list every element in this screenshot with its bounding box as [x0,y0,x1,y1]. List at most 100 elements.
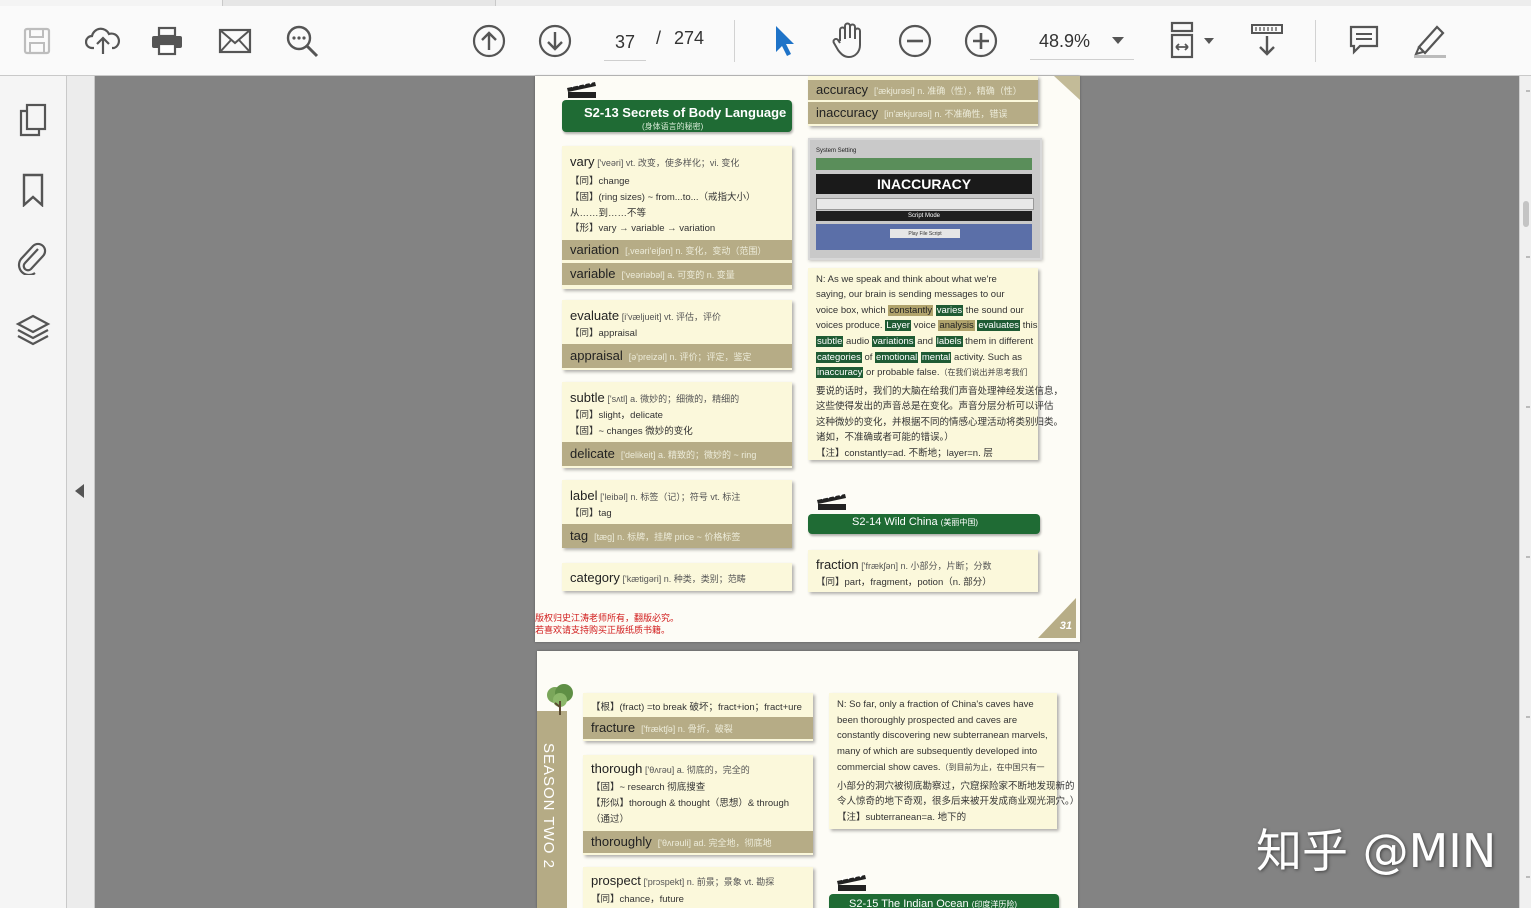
highlighted-word: varies [935,305,964,316]
vocab-card-fraction: fraction ['frækʃən] n. 小部分，片断；分数 【同】part… [808,550,1038,592]
attachment-icon[interactable] [14,240,50,276]
highlighted-word: variations [871,336,915,347]
note-line: been thoroughly prospected and caves are [837,715,1018,726]
vocab-word: thorough [591,761,643,776]
save-icon[interactable] [20,24,54,58]
tree-icon [547,684,573,715]
note-line: voices produce. Layer voice analysis eva… [816,320,1038,331]
screenshot-title: INACCURACY [816,174,1032,194]
vocab-word: vary [570,154,595,169]
highlight-pen-icon[interactable] [1410,20,1450,60]
zoom-out-icon[interactable] [896,22,934,60]
vocab-bar-delicate: delicate ['delikeit] a. 精致的；微妙的 ~ ring [562,442,792,466]
screenshot-mode-label: Script Mode [816,211,1032,221]
vocab-word: inaccuracy [816,105,879,120]
vocab-bar-variation: variation [,veəri'eiʃən] n. 变化，变动（范围） [562,240,792,260]
highlighted-word: emotional [875,352,919,363]
vocab-word: fracture [591,720,636,735]
copyright-notice: 版权归史江涛老师所有，翻版必究。 若喜欢请支持购买正版纸质书籍。 [535,612,679,636]
pages-icon[interactable] [16,102,50,138]
vocab-line: 【同】tag [570,508,612,519]
note-line: voice box, which constantly varies the s… [816,305,1024,316]
cloud-upload-icon[interactable] [84,24,122,58]
note-text: and [914,336,936,347]
hand-icon[interactable] [830,20,868,60]
clapperboard-icon [817,492,846,510]
section-subtitle: (身体语言的秘密) [642,122,704,131]
season-tab: SEASON TWO 2 [537,711,567,908]
vocab-card-label: label ['leibəl] n. 标签（记）；符号 vt. 标注 【同】ta… [562,480,792,548]
page-number: 31 [1059,620,1072,632]
copyright-line: 版权归史江涛老师所有，翻版必究。 [535,613,680,623]
vocab-word: subtle [570,390,605,405]
vocab-line: 【同】chance，future [591,894,684,905]
scroll-marker [1526,256,1530,258]
page-up-icon[interactable] [470,22,508,60]
vertical-scrollbar[interactable] [1519,76,1531,908]
search-zoom-icon[interactable] [282,22,322,60]
note-text: them in different [962,336,1034,347]
scroll-marker [1526,556,1530,558]
note-text: voice [910,320,939,331]
vocab-bar-accuracy: accuracy ['ækjurəsi] n. 准确（性），精确（性） [808,80,1038,100]
scroll-mode-icon[interactable] [1246,20,1288,60]
note-line: N: So far, only a fraction of China's ca… [837,699,1034,710]
highlighted-word: mental [920,352,952,363]
vocab-bar-thoroughly: thoroughly ['θʌrəuli] ad. 完全地，彻底地 [583,831,813,853]
vocab-bar-tag: tag [tæg] n. 标牌，挂牌 price ~ 价格标签 [562,524,792,548]
scroll-marker [1526,90,1530,92]
vocab-definition: ['prɔspekt] n. 前景；景象 vt. 勘探 [643,877,775,887]
vocab-word: category [570,570,620,585]
note-text: audio [843,336,872,347]
vocab-definition: ['veəriəbəl] a. 可变的 n. 变量 [621,270,735,280]
vocab-definition: [in'ækjurəsi] n. 不准确性，错误 [884,109,1008,119]
scrollbar-thumb[interactable] [1523,201,1529,227]
note-line: 这种微妙的变化，并根据不同的情感心理活动将类别归类。 [816,417,1064,428]
vocab-card-thorough: thorough ['θʌrəu] a. 彻底的，完全的 【固】~ resear… [583,755,813,855]
screenshot-button: Play File Script [890,229,960,238]
chevron-down-icon[interactable] [1112,37,1124,44]
left-sidebar [0,76,67,908]
scroll-marker [1526,716,1530,718]
vocab-line: 【形】vary → variable → variation [570,223,716,234]
highlighted-word: categories [816,352,862,363]
vocab-word: fraction [816,557,859,572]
page-down-icon[interactable] [536,22,574,60]
section-title: S2-13 Secrets of Body Language [584,105,787,120]
vocab-line: （通过） [591,814,630,825]
select-arrow-icon[interactable] [766,22,800,60]
section-title: S2-14 Wild China (美丽中国) [852,516,978,528]
note-line: many of which are subsequently developed… [837,746,1038,757]
page-number-input[interactable]: 37 [604,24,646,61]
vocab-card-evaluate: evaluate [i'væljueit] vt. 评估，评价 【同】appra… [562,300,792,370]
highlighted-word: inaccuracy [816,367,864,378]
vocab-definition: ['θʌrəuli] ad. 完全地，彻底地 [657,838,772,848]
vocab-line: 【同】appraisal [570,328,638,339]
zoom-in-icon[interactable] [962,22,1000,60]
clapperboard-icon [567,80,596,98]
mail-icon[interactable] [216,24,254,58]
note-line: 诸如，不准确或者可能的错误。） [816,432,954,443]
pdf-page-32: SEASON TWO 2 【根】(fract) =to break 破坏；fra… [537,651,1078,908]
comment-icon[interactable] [1346,22,1382,58]
note-text: this [1020,320,1038,331]
vocab-definition: ['fræktʃə] n. 骨折，破裂 [641,724,733,734]
collapse-panel-icon[interactable] [75,484,84,498]
highlighted-word: Layer [885,320,911,331]
layers-icon[interactable] [14,312,52,348]
vocab-definition: ['veəri] vt. 改变，使多样化；vi. 变化 [597,158,740,168]
vocab-definition: [i'væljueit] vt. 评估，评价 [621,312,722,322]
vocab-card-accuracy: accuracy ['ækjurəsi] n. 准确（性），精确（性） inacc… [808,76,1038,126]
note-line: categories of emotional mental activity.… [816,352,1022,363]
vocab-line: 【同】change [570,176,630,187]
fit-page-icon[interactable] [1164,20,1204,60]
print-icon[interactable] [148,24,186,58]
chevron-down-icon[interactable] [1204,38,1214,44]
note-text: of [861,352,876,363]
vocab-word: appraisal [570,348,623,363]
section-header-s2-15: S2-15 The Indian Ocean (印度洋历险) [829,894,1059,908]
vocab-line: 【固】~ research 彻底搜查 [591,782,706,793]
bookmark-icon[interactable] [16,172,50,208]
vocab-bar-variable: variable ['veəriəbəl] a. 可变的 n. 变量 [562,263,792,285]
vocab-definition: ['sʌtl] a. 微妙的；细微的，精细的 [607,394,740,404]
